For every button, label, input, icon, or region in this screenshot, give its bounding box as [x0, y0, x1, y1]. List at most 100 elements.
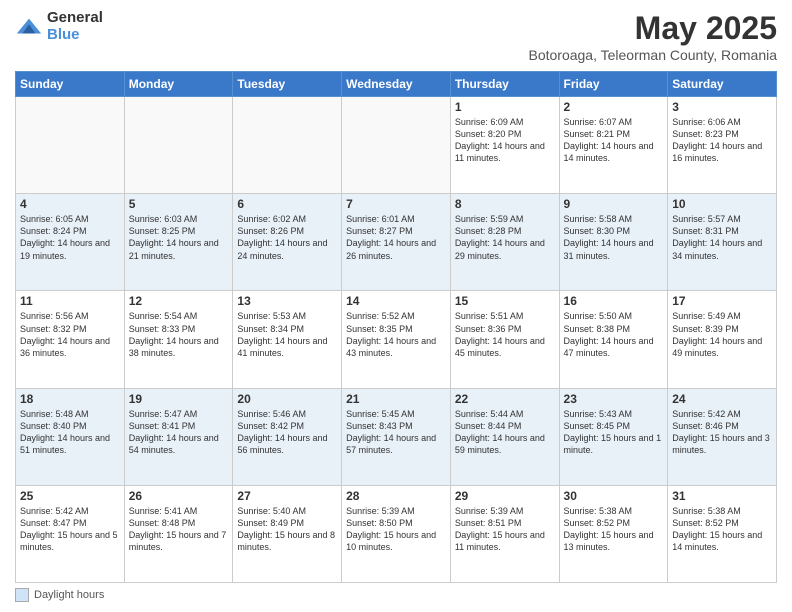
day-number: 16	[564, 294, 664, 308]
calendar-week-1: 1Sunrise: 6:09 AM Sunset: 8:20 PM Daylig…	[16, 97, 777, 194]
calendar-cell: 27 Sunrise: 5:40 AM Sunset: 8:49 PM Dayli…	[233, 485, 342, 582]
day-number: 25	[20, 489, 120, 503]
day-number: 18	[20, 392, 120, 406]
calendar-cell: 15 Sunrise: 5:51 AM Sunset: 8:36 PM Dayli…	[450, 291, 559, 388]
day-number: 7	[346, 197, 446, 211]
day-info: Sunrise: 5:56 AM Sunset: 8:32 PM Dayligh…	[20, 310, 120, 359]
day-info: Sunrise: 5:43 AM Sunset: 8:45 PM Dayligh…	[564, 408, 664, 457]
day-number: 19	[129, 392, 229, 406]
calendar-cell: 21 Sunrise: 5:45 AM Sunset: 8:43 PM Dayli…	[342, 388, 451, 485]
day-info: Sunrise: 5:40 AM Sunset: 8:49 PM Dayligh…	[237, 505, 337, 554]
day-number: 2	[564, 100, 664, 114]
day-info: Sunrise: 5:45 AM Sunset: 8:43 PM Dayligh…	[346, 408, 446, 457]
day-info: Sunrise: 5:50 AM Sunset: 8:38 PM Dayligh…	[564, 310, 664, 359]
col-header-sunday: Sunday	[16, 72, 125, 97]
day-info: Sunrise: 5:48 AM Sunset: 8:40 PM Dayligh…	[20, 408, 120, 457]
day-info: Sunrise: 5:44 AM Sunset: 8:44 PM Dayligh…	[455, 408, 555, 457]
calendar-cell: 13Sunrise: 5:53 AM Sunset: 8:34 PM Dayli…	[233, 291, 342, 388]
calendar-cell: 17Sunrise: 5:49 AM Sunset: 8:39 PM Dayli…	[668, 291, 777, 388]
day-number: 15	[455, 294, 555, 308]
calendar-cell: 2 Sunrise: 6:07 AM Sunset: 8:21 PM Daylig…	[559, 97, 668, 194]
day-number: 13	[237, 294, 337, 308]
page: General Blue May 2025 Botoroaga, Teleorm…	[0, 0, 792, 612]
calendar-cell: 7Sunrise: 6:01 AM Sunset: 8:27 PM Daylig…	[342, 194, 451, 291]
day-info: Sunrise: 6:03 AM Sunset: 8:25 PM Dayligh…	[129, 213, 229, 262]
day-number: 11	[20, 294, 120, 308]
day-number: 8	[455, 197, 555, 211]
day-number: 26	[129, 489, 229, 503]
calendar-cell: 23 Sunrise: 5:43 AM Sunset: 8:45 PM Dayli…	[559, 388, 668, 485]
calendar-cell: 8 Sunrise: 5:59 AM Sunset: 8:28 PM Daylig…	[450, 194, 559, 291]
day-info: Sunrise: 5:39 AM Sunset: 8:50 PM Dayligh…	[346, 505, 446, 554]
calendar-table: SundayMondayTuesdayWednesdayThursdayFrid…	[15, 71, 777, 583]
col-header-wednesday: Wednesday	[342, 72, 451, 97]
day-info: Sunrise: 6:06 AM Sunset: 8:23 PM Dayligh…	[672, 116, 772, 165]
day-number: 21	[346, 392, 446, 406]
day-info: Sunrise: 5:58 AM Sunset: 8:30 PM Dayligh…	[564, 213, 664, 262]
day-number: 5	[129, 197, 229, 211]
calendar-cell: 19 Sunrise: 5:47 AM Sunset: 8:41 PM Dayli…	[124, 388, 233, 485]
calendar-cell: 12Sunrise: 5:54 AM Sunset: 8:33 PM Dayli…	[124, 291, 233, 388]
calendar-cell: 3 Sunrise: 6:06 AM Sunset: 8:23 PM Daylig…	[668, 97, 777, 194]
calendar-week-3: 11 Sunrise: 5:56 AM Sunset: 8:32 PM Dayli…	[16, 291, 777, 388]
calendar-cell: 14 Sunrise: 5:52 AM Sunset: 8:35 PM Dayli…	[342, 291, 451, 388]
day-info: Sunrise: 5:52 AM Sunset: 8:35 PM Dayligh…	[346, 310, 446, 359]
calendar-cell: 18 Sunrise: 5:48 AM Sunset: 8:40 PM Dayli…	[16, 388, 125, 485]
calendar-cell: 28 Sunrise: 5:39 AM Sunset: 8:50 PM Dayli…	[342, 485, 451, 582]
main-title: May 2025	[528, 10, 777, 47]
day-number: 28	[346, 489, 446, 503]
day-number: 1	[455, 100, 555, 114]
calendar-cell: 29 Sunrise: 5:39 AM Sunset: 8:51 PM Dayli…	[450, 485, 559, 582]
day-number: 14	[346, 294, 446, 308]
day-number: 10	[672, 197, 772, 211]
day-info: Sunrise: 5:39 AM Sunset: 8:51 PM Dayligh…	[455, 505, 555, 554]
day-info: Sunrise: 6:05 AM Sunset: 8:24 PM Dayligh…	[20, 213, 120, 262]
day-info: Sunrise: 5:38 AM Sunset: 8:52 PM Dayligh…	[672, 505, 772, 554]
calendar-cell: 24Sunrise: 5:42 AM Sunset: 8:46 PM Dayli…	[668, 388, 777, 485]
logo-general-text: General	[47, 10, 103, 27]
day-info: Sunrise: 5:42 AM Sunset: 8:46 PM Dayligh…	[672, 408, 772, 457]
day-info: Sunrise: 5:38 AM Sunset: 8:52 PM Dayligh…	[564, 505, 664, 554]
day-number: 31	[672, 489, 772, 503]
day-number: 3	[672, 100, 772, 114]
day-number: 20	[237, 392, 337, 406]
logo: General Blue	[15, 10, 103, 43]
calendar-cell: 31 Sunrise: 5:38 AM Sunset: 8:52 PM Dayli…	[668, 485, 777, 582]
day-info: Sunrise: 5:57 AM Sunset: 8:31 PM Dayligh…	[672, 213, 772, 262]
calendar-cell: 5 Sunrise: 6:03 AM Sunset: 8:25 PM Daylig…	[124, 194, 233, 291]
calendar-cell: 9 Sunrise: 5:58 AM Sunset: 8:30 PM Daylig…	[559, 194, 668, 291]
day-number: 29	[455, 489, 555, 503]
day-number: 23	[564, 392, 664, 406]
day-number: 4	[20, 197, 120, 211]
calendar-week-4: 18 Sunrise: 5:48 AM Sunset: 8:40 PM Dayli…	[16, 388, 777, 485]
calendar-cell: 26 Sunrise: 5:41 AM Sunset: 8:48 PM Dayli…	[124, 485, 233, 582]
calendar-cell: 11 Sunrise: 5:56 AM Sunset: 8:32 PM Dayli…	[16, 291, 125, 388]
day-info: Sunrise: 5:59 AM Sunset: 8:28 PM Dayligh…	[455, 213, 555, 262]
col-header-tuesday: Tuesday	[233, 72, 342, 97]
calendar-week-5: 25Sunrise: 5:42 AM Sunset: 8:47 PM Dayli…	[16, 485, 777, 582]
calendar-cell: 30Sunrise: 5:38 AM Sunset: 8:52 PM Dayli…	[559, 485, 668, 582]
day-info: Sunrise: 5:51 AM Sunset: 8:36 PM Dayligh…	[455, 310, 555, 359]
day-info: Sunrise: 5:47 AM Sunset: 8:41 PM Dayligh…	[129, 408, 229, 457]
col-header-thursday: Thursday	[450, 72, 559, 97]
logo-text: General Blue	[47, 10, 103, 43]
calendar-cell: 16 Sunrise: 5:50 AM Sunset: 8:38 PM Dayli…	[559, 291, 668, 388]
day-info: Sunrise: 6:07 AM Sunset: 8:21 PM Dayligh…	[564, 116, 664, 165]
calendar-cell: 1Sunrise: 6:09 AM Sunset: 8:20 PM Daylig…	[450, 97, 559, 194]
day-number: 9	[564, 197, 664, 211]
footer: Daylight hours	[15, 588, 777, 602]
calendar-cell: 10 Sunrise: 5:57 AM Sunset: 8:31 PM Dayli…	[668, 194, 777, 291]
footer-daylight-item: Daylight hours	[15, 588, 104, 602]
calendar-cell: 20Sunrise: 5:46 AM Sunset: 8:42 PM Dayli…	[233, 388, 342, 485]
day-number: 27	[237, 489, 337, 503]
header: General Blue May 2025 Botoroaga, Teleorm…	[15, 10, 777, 63]
calendar-cell: 6Sunrise: 6:02 AM Sunset: 8:26 PM Daylig…	[233, 194, 342, 291]
col-header-monday: Monday	[124, 72, 233, 97]
day-info: Sunrise: 5:54 AM Sunset: 8:33 PM Dayligh…	[129, 310, 229, 359]
day-info: Sunrise: 5:41 AM Sunset: 8:48 PM Dayligh…	[129, 505, 229, 554]
calendar-cell	[342, 97, 451, 194]
day-number: 17	[672, 294, 772, 308]
logo-blue-text: Blue	[47, 27, 103, 44]
day-number: 6	[237, 197, 337, 211]
calendar-cell: 25Sunrise: 5:42 AM Sunset: 8:47 PM Dayli…	[16, 485, 125, 582]
